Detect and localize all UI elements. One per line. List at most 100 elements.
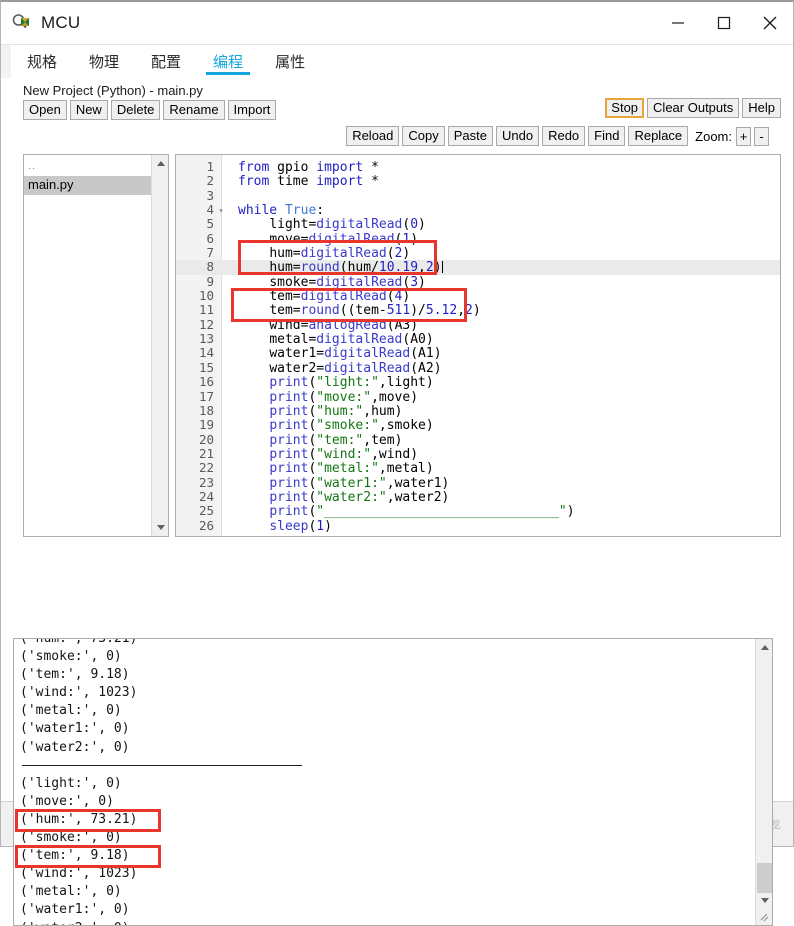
- find-button[interactable]: Find: [588, 126, 626, 146]
- zoom-out-button[interactable]: -: [754, 126, 769, 146]
- code-line-15[interactable]: 15 water2=digitalRead(A2): [176, 360, 780, 376]
- console-scrollbar[interactable]: [755, 639, 772, 925]
- line-number-23: 23: [198, 474, 214, 490]
- console-line: ('hum:', 73.21): [20, 811, 138, 827]
- console-line: ('smoke:', 0): [20, 830, 122, 846]
- new-button[interactable]: New: [69, 100, 108, 120]
- mcu-window: MCU 规格 物理 配置 编程 属性 New Project (Python) …: [0, 0, 794, 926]
- code-line-5[interactable]: 5 light=digitalRead(0): [176, 217, 780, 233]
- line-number-17: 17: [198, 388, 214, 404]
- code-content[interactable]: 1 from gpio import * 2 from time import * 3 4…: [176, 155, 780, 536]
- line-number-26: 26: [198, 517, 214, 533]
- code-text-5: light=digitalRead(0): [269, 217, 426, 233]
- fold-marker-4[interactable]: ▾: [216, 204, 226, 218]
- code-line-18[interactable]: 18 print("hum:",hum): [176, 403, 780, 419]
- code-text-13: metal=digitalRead(A0): [269, 332, 434, 348]
- code-line-11[interactable]: 11 tem=round((tem-511)/5.12,2): [176, 302, 780, 319]
- code-line-12[interactable]: 12 wind=analogRead(A3): [176, 317, 780, 333]
- line-number-2: 2: [206, 173, 214, 189]
- copy-button[interactable]: Copy: [402, 126, 445, 146]
- code-line-23[interactable]: 23 print("water1:",water1): [176, 474, 780, 491]
- line-number-11: 11: [198, 302, 214, 318]
- paste-button[interactable]: Paste: [447, 126, 493, 146]
- code-line-13[interactable]: 13 metal=digitalRead(A0): [176, 331, 780, 348]
- import-button[interactable]: Import: [227, 100, 277, 120]
- console-scroll-thumb[interactable]: [757, 863, 772, 893]
- code-text-24: print("water2:",water2): [269, 489, 450, 505]
- code-line-21[interactable]: 21 print("wind:",wind): [176, 446, 780, 462]
- line-number-20: 20: [198, 431, 214, 447]
- code-line-20[interactable]: 20 print("tem:",tem): [176, 431, 780, 448]
- tab-peizhi[interactable]: 配置: [135, 45, 198, 78]
- tab-wuli[interactable]: 物理: [73, 45, 136, 78]
- window-title: MCU: [41, 13, 81, 32]
- editor-toolbar: Reload Copy Paste Undo Redo Find Replace…: [346, 126, 769, 146]
- code-editor-pane: 1 from gpio import * 2 from time import * 3 4…: [175, 154, 781, 537]
- title-bar: MCU: [1, 2, 793, 44]
- code-line-8[interactable]: 8 hum=round(hum/10.19,2): [176, 260, 780, 275]
- console-separator: [20, 757, 755, 775]
- code-line-4[interactable]: 4 ▾ while True:: [176, 202, 780, 218]
- code-text-6: move=digitalRead(1): [269, 231, 419, 247]
- code-text-10: tem=digitalRead(4): [269, 289, 411, 305]
- code-line-22[interactable]: 22 print("metal:",metal): [176, 460, 780, 476]
- code-line-6[interactable]: 6 move=digitalRead(1): [176, 230, 780, 247]
- undo-button[interactable]: Undo: [496, 126, 540, 146]
- code-text-11: tem=round((tem-511)/5.12,2): [269, 303, 481, 319]
- console-line: ('smoke:', 0): [20, 649, 122, 665]
- close-icon[interactable]: [747, 2, 793, 44]
- line-number-19: 19: [198, 417, 214, 433]
- code-text-12: wind=analogRead(A3): [269, 317, 419, 333]
- tab-bar-filler: [321, 45, 793, 78]
- console-scroll-down-icon[interactable]: [756, 892, 772, 909]
- file-list-item-main-py[interactable]: main.py: [24, 176, 151, 195]
- console-line: ('light:', 0): [20, 775, 122, 791]
- zoom-in-button[interactable]: +: [736, 126, 751, 146]
- replace-button[interactable]: Replace: [628, 126, 689, 146]
- maximize-icon[interactable]: [701, 2, 747, 44]
- code-line-17[interactable]: 17 print("move:",move): [176, 388, 780, 405]
- reload-button[interactable]: Reload: [346, 126, 400, 146]
- console-line: ('tem:', 9.18): [20, 667, 130, 683]
- code-line-19[interactable]: 19 print("smoke:",smoke): [176, 417, 780, 434]
- file-list-parent[interactable]: ..: [24, 155, 151, 176]
- output-console[interactable]: ('hum:', 73.21) ('smoke:', 0) ('tem:', 9.1…: [13, 638, 773, 926]
- rename-button[interactable]: Rename: [163, 100, 225, 120]
- redo-button[interactable]: Redo: [542, 126, 586, 146]
- tab-biancheng[interactable]: 编程: [197, 45, 260, 78]
- file-list-scrollbar[interactable]: [151, 155, 168, 536]
- code-line-25[interactable]: 25 print("______________________________…: [176, 503, 780, 519]
- tab-bar: 规格 物理 配置 编程 属性: [1, 44, 793, 78]
- line-number-3: 3: [206, 187, 214, 203]
- code-line-16[interactable]: 16 print("light:",light): [176, 374, 780, 390]
- tab-shuxing[interactable]: 属性: [259, 45, 322, 78]
- code-line-2[interactable]: 2 from time import *: [176, 173, 780, 189]
- delete-button[interactable]: Delete: [110, 100, 161, 120]
- line-number-6: 6: [206, 230, 214, 246]
- tab-guige[interactable]: 规格: [11, 45, 74, 78]
- code-line-7[interactable]: 7 hum=digitalRead(2): [176, 245, 780, 261]
- code-text-19: print("smoke:",smoke): [269, 418, 434, 434]
- code-line-14[interactable]: 14 water1=digitalRead(A1): [176, 346, 780, 362]
- code-line-10[interactable]: 10 tem=digitalRead(4): [176, 288, 780, 305]
- code-line-3[interactable]: 3: [176, 187, 780, 203]
- console-line: ('wind:', 1023): [20, 685, 138, 701]
- console-resize-grip[interactable]: [756, 909, 772, 925]
- line-number-16: 16: [198, 374, 214, 390]
- code-line-1[interactable]: 1 from gpio import *: [176, 159, 780, 175]
- help-button[interactable]: Help: [742, 98, 781, 118]
- stop-button[interactable]: Stop: [605, 98, 645, 118]
- console-line: ('wind:', 1023): [20, 866, 138, 882]
- code-line-9[interactable]: 9 smoke=digitalRead(3): [176, 274, 780, 290]
- console-scroll-up-icon[interactable]: [756, 639, 772, 656]
- scroll-up-icon[interactable]: [152, 155, 168, 172]
- run-control-buttons: Stop Clear Outputs Help: [605, 98, 781, 118]
- file-list[interactable]: .. main.py: [24, 155, 151, 536]
- console-line: ('metal:', 0): [20, 884, 122, 900]
- scroll-down-icon[interactable]: [152, 519, 168, 536]
- code-line-24[interactable]: 24 print("water2:",water2): [176, 489, 780, 505]
- minimize-icon[interactable]: [655, 2, 701, 44]
- clear-outputs-button[interactable]: Clear Outputs: [647, 98, 740, 118]
- code-line-26[interactable]: 26 sleep(1): [176, 517, 780, 534]
- open-button[interactable]: Open: [23, 100, 67, 120]
